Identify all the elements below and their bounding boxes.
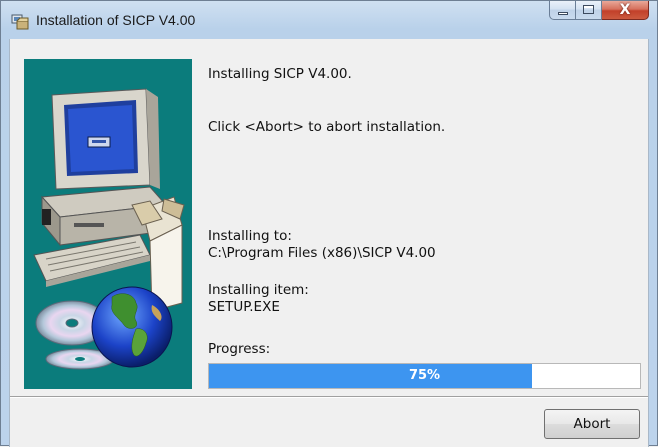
minimize-button[interactable] (549, 1, 576, 20)
installer-illustration (24, 59, 192, 389)
dialog-client-area: Installing SICP V4.00. Click <Abort> to … (9, 39, 649, 447)
close-icon: X (619, 2, 631, 18)
abort-button[interactable]: Abort (544, 409, 640, 439)
install-item-value: SETUP.EXE (208, 299, 280, 315)
divider (10, 396, 648, 398)
title-bar[interactable]: Installation of SICP V4.00 X (1, 1, 657, 39)
caption-buttons: X (549, 1, 649, 21)
progress-percent-text: 75% (408, 368, 441, 383)
install-item-label: Installing item: (208, 282, 309, 298)
maximize-icon (583, 5, 594, 14)
abort-hint-message: Click <Abort> to abort installation. (208, 119, 446, 135)
close-button[interactable]: X (602, 1, 649, 20)
progress-label: Progress: (208, 341, 271, 357)
globe-icon (91, 286, 173, 368)
install-path: C:\Program Files (x86)\SICP V4.00 (208, 245, 436, 261)
install-to-label: Installing to: (208, 228, 292, 244)
installing-message: Installing SICP V4.00. (208, 66, 352, 82)
installer-window: Installation of SICP V4.00 X Installing … (0, 0, 658, 447)
window-title: Installation of SICP V4.00 (36, 12, 196, 28)
installer-app-icon (11, 14, 29, 30)
maximize-button[interactable] (576, 1, 602, 20)
progress-bar: 75% (208, 363, 641, 389)
minimize-icon (558, 12, 568, 15)
